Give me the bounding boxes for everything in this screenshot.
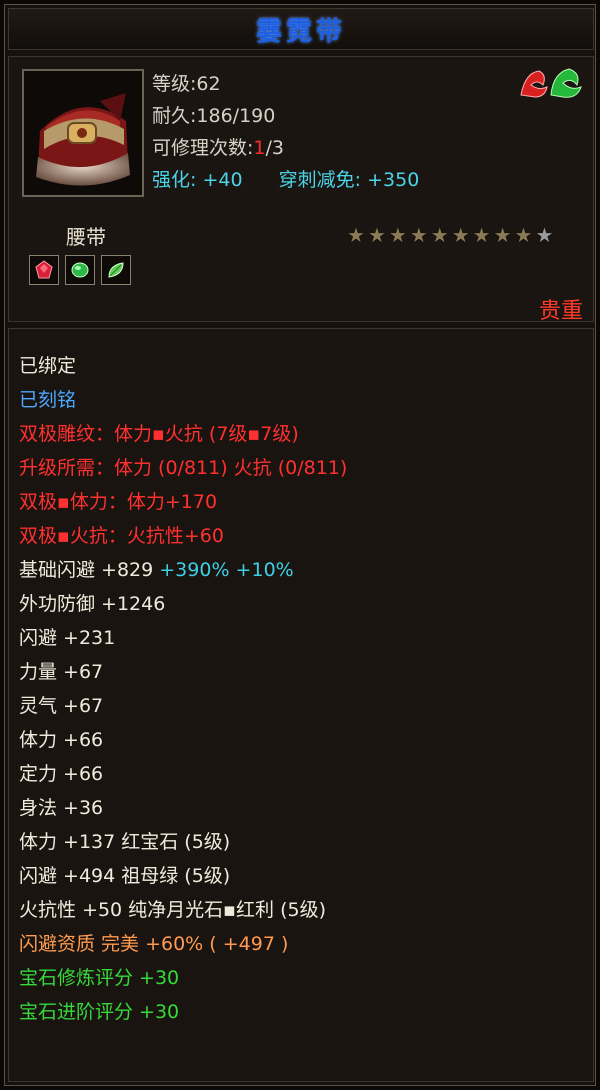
- gem-slot-3[interactable]: [101, 255, 131, 285]
- durability-value: 186/190: [196, 105, 276, 127]
- star-icon: ★: [347, 223, 365, 247]
- dodge-line: 闪避 +231: [19, 627, 116, 649]
- star-rating: ★ ★ ★ ★ ★ ★ ★ ★ ★ ★: [347, 225, 553, 245]
- gem-slot-2[interactable]: [65, 255, 95, 285]
- engraved-status: 已刻铭: [19, 389, 77, 411]
- star-icon: ★: [472, 223, 491, 247]
- repair-label: 可修理次数:: [152, 137, 254, 159]
- stamina-line: 体力 +66: [19, 729, 104, 751]
- star-icon: ★: [514, 223, 533, 247]
- star-icon: ★: [451, 223, 470, 247]
- repair-used: 1: [253, 137, 266, 159]
- item-header-panel: 等级:62 耐久:186/190 可修理次数:1/3 强化: +40 穿刺减免:…: [8, 56, 594, 324]
- durability-line: 耐久:186/190: [152, 101, 275, 128]
- repair-total: /3: [265, 137, 285, 159]
- rarity-label: 贵重: [538, 299, 583, 324]
- gem-advance-score: 宝石进阶评分 +30: [19, 1001, 180, 1023]
- level-line: 等级:62: [152, 69, 221, 96]
- dodge-quality-line: 闪避资质 完美 +60% ( +497 ): [19, 933, 289, 955]
- star-empty-icon: ★: [535, 223, 554, 247]
- level-label: 等级:: [152, 73, 197, 95]
- star-icon: ★: [367, 223, 386, 247]
- gem-bonus-1: 体力 +137 红宝石 (5级): [19, 831, 231, 853]
- agility-line: 身法 +36: [19, 797, 104, 819]
- pierce-value: +350: [367, 169, 420, 191]
- focus-line: 定力 +66: [19, 763, 104, 785]
- item-title: 霎霓带: [255, 16, 346, 47]
- property-list: 已绑定 已刻铭 双极雕纹：体力▪火抗 (7级▪7级) 升级所需：体力 (0/81…: [19, 349, 347, 1029]
- base-dodge-pct2: +10%: [229, 559, 294, 581]
- strength-line: 力量 +67: [19, 661, 104, 683]
- green-gem-icon: [71, 262, 89, 278]
- properties-panel: 已绑定 已刻铭 双极雕纹：体力▪火抗 (7级▪7级) 升级所需：体力 (0/81…: [8, 328, 594, 1082]
- pole-fire-line: 双极▪火抗：火抗性+60: [19, 525, 224, 547]
- base-dodge-line: 基础闪避 +829 +390% +10%: [19, 553, 347, 587]
- upgrade-need-line: 升级所需：体力 (0/811) 火抗 (0/811): [19, 457, 348, 479]
- gem-refine-score: 宝石修炼评分 +30: [19, 967, 180, 989]
- dragon-emblem-icon: [517, 65, 585, 101]
- star-icon: ★: [409, 223, 428, 247]
- green-leaf-gem-icon: [108, 262, 124, 278]
- gem-bonus-2: 闪避 +494 祖母绿 (5级): [19, 865, 231, 887]
- ext-defense-line: 外功防御 +1246: [19, 593, 166, 615]
- durability-label: 耐久:: [152, 105, 197, 127]
- enhance-label: 强化:: [152, 169, 197, 191]
- red-gem-icon: [35, 260, 53, 279]
- spirit-line: 灵气 +67: [19, 695, 104, 717]
- title-bar: 霎霓带: [8, 8, 594, 50]
- enhance-line: 强化: +40 穿刺减免: +350: [152, 165, 419, 192]
- item-type: 腰带: [66, 225, 106, 249]
- level-value: 62: [196, 73, 221, 95]
- star-icon: ★: [430, 223, 449, 247]
- pole-stamina-line: 双极▪体力：体力+170: [19, 491, 218, 513]
- base-dodge-pct1: +390%: [159, 559, 230, 581]
- belt-item-icon: [24, 71, 142, 195]
- repair-line: 可修理次数:1/3: [152, 133, 284, 160]
- enhance-value: +40: [202, 169, 243, 191]
- gem-slots: [29, 255, 131, 285]
- pole-engrave-line: 双极雕纹：体力▪火抗 (7级▪7级): [19, 423, 299, 445]
- bound-status: 已绑定: [19, 355, 77, 377]
- pierce-label: 穿刺减免:: [278, 169, 362, 191]
- base-dodge-label: 基础闪避 +829: [19, 559, 160, 581]
- star-icon: ★: [493, 223, 512, 247]
- star-icon: ★: [388, 223, 407, 247]
- gem-bonus-3: 火抗性 +50 纯净月光石▪红利 (5级): [19, 899, 327, 921]
- gem-slot-1[interactable]: [29, 255, 59, 285]
- item-icon[interactable]: [22, 69, 144, 197]
